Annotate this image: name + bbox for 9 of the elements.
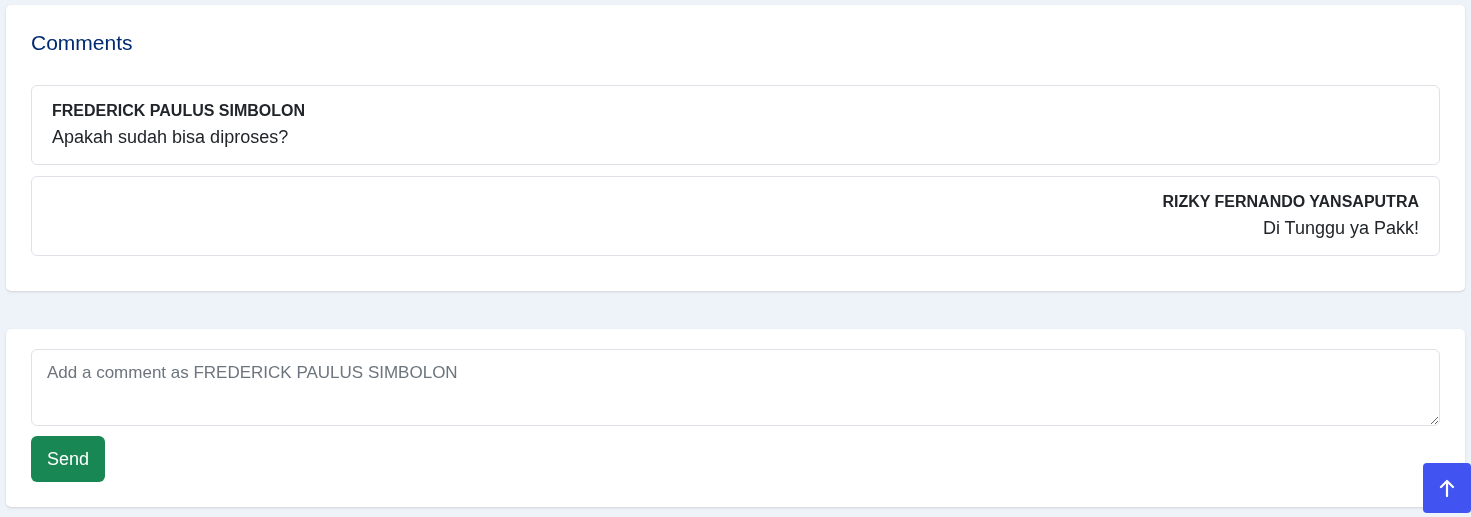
comment-author: FREDERICK PAULUS SIMBOLON: [52, 101, 306, 121]
comment-author: RIZKY FERNANDO YANSAPUTRA: [1162, 192, 1419, 212]
comment-text: Di Tunggu ya Pakk!: [1262, 217, 1419, 240]
comment-text: Apakah sudah bisa diproses?: [52, 126, 289, 149]
arrow-up-icon: [1439, 479, 1455, 497]
card-title: Comments: [31, 30, 133, 56]
scroll-to-top-button[interactable]: [1423, 463, 1471, 513]
comment-input-field[interactable]: Add a comment as FREDERICK PAULUS SIMBOLON: [31, 349, 1440, 426]
send-button[interactable]: Send: [31, 436, 106, 482]
